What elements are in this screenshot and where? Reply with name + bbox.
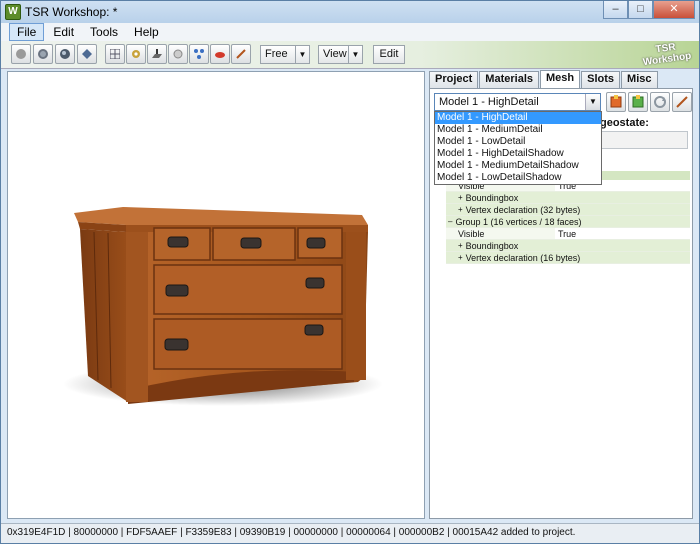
window-controls: – □ ✕ [603,1,695,19]
bulb-icon [173,49,183,59]
model-option-highdetail[interactable]: Model 1 - HighDetail [435,112,601,124]
grid-icon [110,49,120,59]
menu-file[interactable]: File [9,23,45,41]
bones-button[interactable] [126,44,146,64]
mesh-tab-content: Model 1 - HighDetail ▼ geostate: Model 1… [429,88,693,519]
export-mesh-button[interactable] [628,92,648,112]
camera-mode-select[interactable]: Free ▼ [260,45,310,64]
geostate-label: geostate: [600,117,649,129]
render-wireframe-button[interactable] [77,44,97,64]
menu-tools[interactable]: Tools [83,24,125,40]
model-option-mediumdetail[interactable]: Model 1 - MediumDetail [435,124,601,136]
property-key: Visible [446,228,555,239]
edit-mesh-button[interactable] [672,92,692,112]
tree-node[interactable]: + Boundingbox [446,192,690,204]
tab-materials[interactable]: Materials [479,71,539,88]
app-logo-icon: W [5,4,21,20]
minimize-button[interactable]: – [603,1,628,19]
tree-node[interactable]: + Vertex declaration (16 bytes) [446,252,690,264]
sphere-flat-icon [16,49,26,59]
tab-project[interactable]: Project [429,71,479,88]
chevron-down-icon: ▼ [348,46,362,63]
model-option-lowdetailshadow[interactable]: Model 1 - LowDetailShadow [435,172,601,184]
maximize-button[interactable]: □ [628,1,653,19]
tab-misc[interactable]: Misc [621,71,658,88]
title-bar[interactable]: W TSR Workshop: * – □ ✕ [1,1,699,23]
3d-viewport[interactable] [7,71,425,519]
property-row[interactable]: Visible True [446,228,690,240]
menu-help[interactable]: Help [127,24,166,40]
camera-mode-value: Free [265,48,288,60]
sphere-shaded-icon [38,49,48,59]
model-select-value: Model 1 - HighDetail [439,96,539,108]
tree-node-label: Boundingbox [465,193,519,203]
geostate-select [600,131,688,149]
lips-icon [215,52,225,58]
model-dropdown-list: Model 1 - HighDetail Model 1 - MediumDet… [434,111,602,185]
render-shaded-button[interactable] [33,44,53,64]
expand-icon[interactable]: + [458,252,463,263]
vertices-button[interactable] [189,44,209,64]
tsr-workshop-logo: TSR Workshop [641,40,693,69]
grid-button[interactable] [105,44,125,64]
tree-node[interactable]: + Vertex declaration (32 bytes) [446,204,690,216]
view-select[interactable]: View ▼ [318,45,363,64]
view-value: View [323,48,347,60]
tab-slots[interactable]: Slots [581,71,621,88]
gear-icon [132,50,140,58]
model-option-lowdetail[interactable]: Model 1 - LowDetail [435,136,601,148]
tree-node-label: Vertex declaration (32 bytes) [465,205,581,215]
tab-mesh[interactable]: Mesh [540,70,581,88]
tree-node[interactable]: + Boundingbox [446,240,690,252]
chevron-down-icon: ▼ [295,46,309,63]
brush-icon [236,49,246,59]
property-value[interactable]: True [555,228,690,239]
properties-panel: Project Materials Mesh Slots Misc Model … [429,70,693,519]
tree-group-label: Group 1 (16 vertices / 18 faces) [455,217,582,227]
collapse-icon[interactable]: – [448,216,452,227]
app-window: W TSR Workshop: * – □ ✕ File Edit Tools … [0,0,700,544]
light-button[interactable] [168,44,188,64]
dresser-model [63,207,383,406]
tab-strip: Project Materials Mesh Slots Misc [429,70,659,89]
close-button[interactable]: ✕ [653,1,695,19]
floor-icon [152,49,162,58]
paint-button[interactable] [210,44,230,64]
expand-icon[interactable]: + [458,240,463,251]
window-title: TSR Workshop: * [25,5,118,19]
render-textured-button[interactable] [55,44,75,64]
expand-icon[interactable]: + [458,192,463,203]
model-option-highdetailshadow[interactable]: Model 1 - HighDetailShadow [435,148,601,160]
floor-button[interactable] [147,44,167,64]
molecule-icon [194,49,204,59]
menu-edit[interactable]: Edit [46,24,81,40]
refresh-icon [654,96,666,108]
sphere-textured-icon [60,49,70,59]
box-export-icon [632,95,644,108]
expand-icon[interactable]: + [458,204,463,215]
menu-bar: File Edit Tools Help [1,23,699,41]
status-bar: 0x319E4F1D | 80000000 | FDF5AAEF | F3359… [1,523,699,543]
model-option-mediumdetailshadow[interactable]: Model 1 - MediumDetailShadow [435,160,601,172]
status-text: 0x319E4F1D | 80000000 | FDF5AAEF | F3359… [7,527,576,538]
brush-icon [676,96,688,108]
chevron-down-icon: ▼ [585,94,600,110]
tree-group-node[interactable]: – Group 1 (16 vertices / 18 faces) [446,216,690,228]
import-mesh-button[interactable] [606,92,626,112]
tree-node-label: Vertex declaration (16 bytes) [465,253,581,263]
box-import-icon [610,95,622,108]
tree-node-label: Boundingbox [465,241,519,251]
model-select[interactable]: Model 1 - HighDetail ▼ [434,93,601,111]
diamond-icon [82,49,92,59]
refresh-button[interactable] [650,92,670,112]
edit-button[interactable]: Edit [373,45,405,64]
render-solid-button[interactable] [11,44,31,64]
toolbar: Free ▼ View ▼ Edit TSR Workshop [1,41,699,69]
tool-button[interactable] [231,44,251,64]
